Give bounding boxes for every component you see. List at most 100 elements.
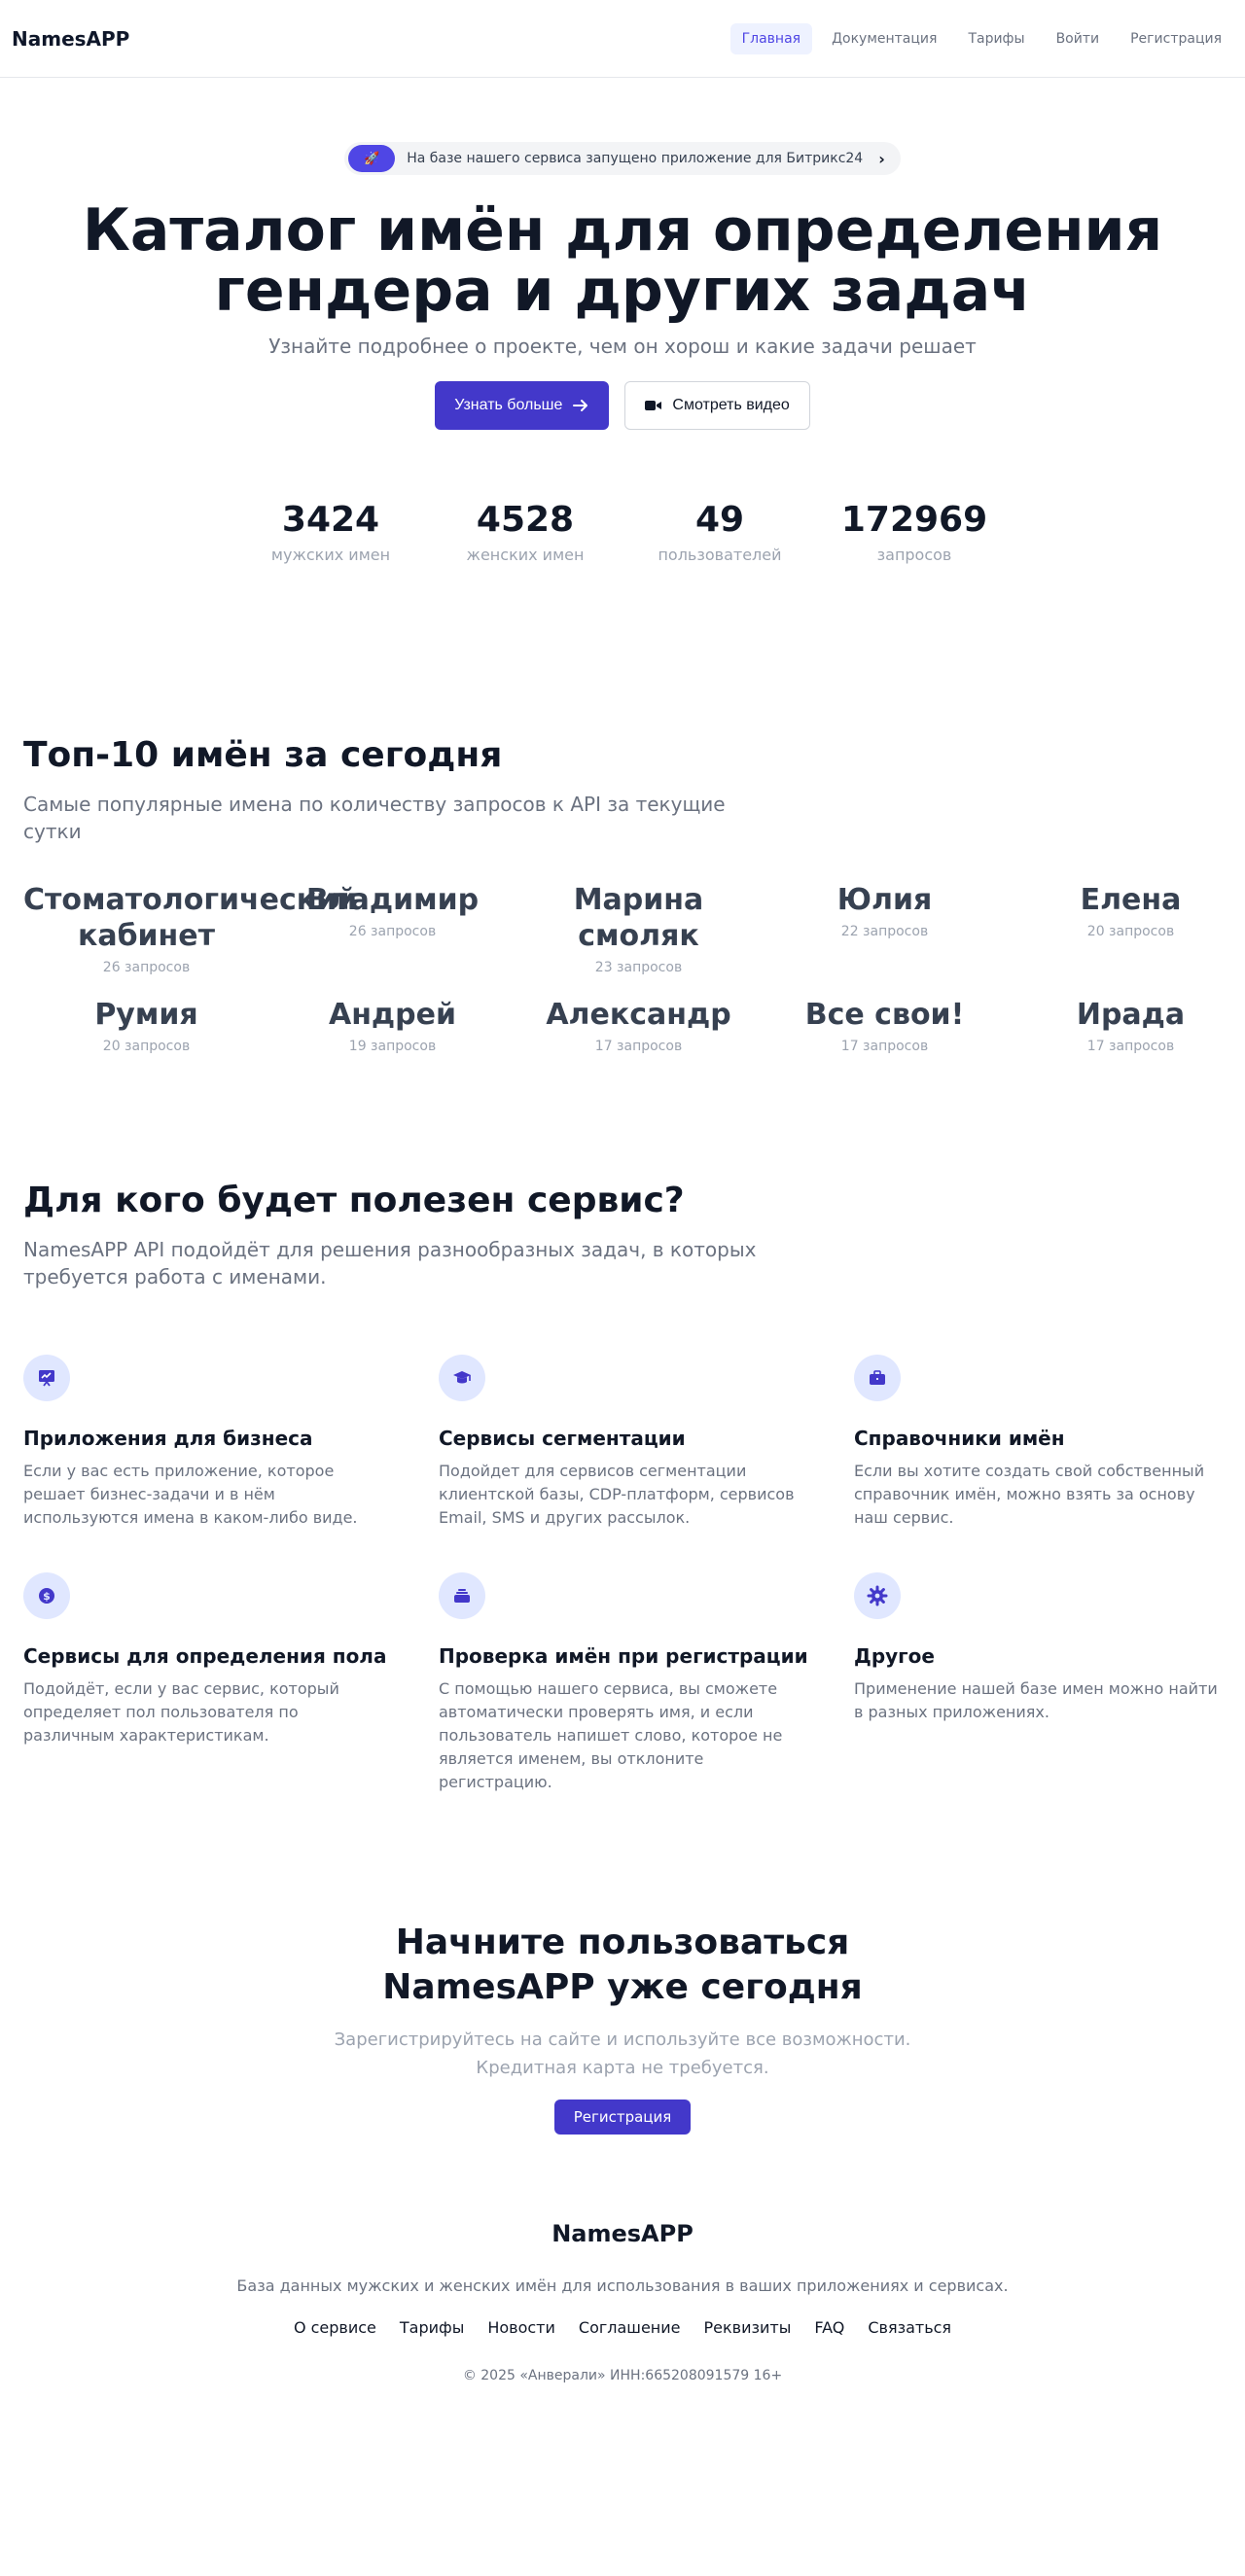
dollar-circle-icon: $	[23, 1572, 70, 1619]
nav-link-login[interactable]: Войти	[1045, 23, 1112, 54]
hero-subtitle: Узнайте подробнее о проекте, чем он хоро…	[268, 335, 977, 358]
feature-desc: Применение нашей базе имен можно найти в…	[854, 1679, 1218, 1721]
stat-users: 49 пользователей	[622, 500, 817, 564]
cta-subtitle-text: Зарегистрируйтесь на сайте и используйте…	[334, 2029, 911, 2078]
nav-links: Главная Документация Тарифы Войти Регист…	[729, 22, 1233, 54]
stat-label: пользователей	[658, 546, 782, 564]
feature-card: Справочники имён Если вы хотите создать …	[854, 1355, 1224, 1530]
presentation-chart-icon	[23, 1355, 70, 1401]
nav-link-docs[interactable]: Документация	[820, 23, 948, 54]
name-count: 17 запросов	[594, 1039, 683, 1054]
footer-brand[interactable]: NamesAPP	[0, 2220, 1245, 2247]
footer-link-faq[interactable]: FAQ	[814, 2318, 844, 2337]
name-count: 19 запросов	[348, 1039, 437, 1054]
name-text: Елена	[1080, 883, 1182, 917]
feature-desc: Подойдёт, если у вас сервис, который опр…	[23, 1679, 339, 1745]
stat-label: запросов	[876, 546, 952, 564]
name-text: Александр	[546, 998, 731, 1032]
cta-register-button[interactable]: Регистрация	[553, 2100, 692, 2135]
brand-logo[interactable]: NamesAPP	[12, 27, 129, 51]
feature-title: Другое	[854, 1644, 935, 1668]
cta-title-text: Начните пользоваться NamesAPP уже сегодн…	[382, 1923, 863, 2007]
features-grid: Приложения для бизнеса Если у вас есть п…	[23, 1355, 1222, 1794]
name-text: Андрей	[328, 998, 456, 1032]
name-card: Александр 17 запросов	[516, 997, 762, 1054]
features-subtitle: NamesAPP API подойдёт для решения разноо…	[23, 1238, 757, 1288]
feature-desc: Подойдет для сервисов сегментации клиент…	[439, 1462, 795, 1527]
name-card: Все свои! 17 запросов	[762, 997, 1008, 1054]
footer-link-news[interactable]: Новости	[487, 2318, 555, 2337]
feature-card: $ Сервисы для определения пола Подойдёт,…	[23, 1572, 439, 1794]
footer-copyright: © 2025 «Анверали» ИНН:665208091579 16+	[462, 2368, 783, 2383]
learn-more-label: Узнать больше	[454, 397, 563, 413]
top-names-grid: Стоматологический кабинет 26 запросов Вла…	[23, 882, 1222, 1054]
feature-card: Приложения для бизнеса Если у вас есть п…	[23, 1355, 439, 1530]
name-count: 17 запросов	[1086, 1039, 1175, 1054]
stat-value: 172969	[840, 500, 988, 540]
name-count: 20 запросов	[1086, 924, 1175, 939]
hero-title: Каталог имён для определения гендера и д…	[82, 196, 1163, 325]
name-count: 22 запросов	[840, 924, 929, 939]
name-count: 26 запросов	[102, 960, 191, 975]
stat-value: 4528	[476, 500, 575, 540]
footer-description: База данных мужских и женских имён для и…	[236, 2276, 1009, 2295]
top-names-title: Топ-10 имён за сегодня	[23, 735, 503, 775]
stats-row: 3424 мужских имен 4528 женских имен 49 п…	[0, 500, 1245, 564]
stat-requests: 172969 запросов	[817, 500, 1012, 564]
feature-card: Другое Применение нашей базе имен можно …	[854, 1572, 1224, 1794]
stat-value: 49	[694, 500, 745, 540]
feature-desc: Если вы хотите создать свой собственный …	[854, 1462, 1205, 1527]
feature-title: Приложения для бизнеса	[23, 1427, 313, 1450]
name-text: Стоматологический кабинет	[23, 883, 358, 953]
footer-links: О сервисе Тарифы Новости Соглашение Рекв…	[0, 2318, 1245, 2337]
name-card: Ирада 17 запросов	[1008, 997, 1245, 1054]
nav-link-register[interactable]: Регистрация	[1119, 23, 1233, 54]
svg-text:$: $	[43, 1590, 51, 1603]
name-card: Марина смоляк 23 запросов	[516, 882, 762, 975]
footer-link-requisites[interactable]: Реквизиты	[704, 2318, 792, 2337]
announcement-banner[interactable]: 🚀 На базе нашего сервиса запущено прилож…	[344, 142, 901, 175]
hero-actions: Узнать больше Смотреть видео	[0, 381, 1245, 430]
name-card: Владимир 26 запросов	[269, 882, 516, 975]
name-card: Юлия 22 запросов	[762, 882, 1008, 975]
name-count: 23 запросов	[594, 960, 683, 975]
stat-male-names: 3424 мужских имен	[233, 500, 428, 564]
briefcase-icon	[854, 1355, 901, 1401]
top-names-section: Топ-10 имён за сегодня Самые популярные …	[0, 735, 1245, 1054]
name-card: Андрей 19 запросов	[269, 997, 516, 1054]
cta-section: Начните пользоваться NamesAPP уже сегодн…	[0, 1921, 1245, 2135]
feature-desc: Если у вас есть приложение, которое реша…	[23, 1462, 358, 1527]
footer-link-agreement[interactable]: Соглашение	[579, 2318, 681, 2337]
name-card: Стоматологический кабинет 26 запросов	[23, 882, 358, 975]
top-nav: NamesAPP Главная Документация Тарифы Вой…	[0, 0, 1245, 78]
name-text: Ирада	[1076, 998, 1186, 1032]
stat-value: 3424	[281, 500, 380, 540]
name-count: 17 запросов	[840, 1039, 929, 1054]
feature-card: Сервисы сегментации Подойдет для сервисо…	[439, 1355, 854, 1530]
arrow-right-icon	[573, 400, 588, 411]
footer-link-pricing[interactable]: Тарифы	[400, 2318, 464, 2337]
chevron-right-icon: ›	[878, 149, 885, 168]
stat-label: мужских имен	[270, 546, 391, 564]
features-section: Для кого будет полезен сервис? NamesAPP …	[0, 1181, 1245, 1794]
cta-subtitle: Зарегистрируйтесь на сайте и используйте…	[0, 2026, 1245, 2082]
footer-link-about[interactable]: О сервисе	[294, 2318, 376, 2337]
name-text: Марина смоляк	[573, 883, 704, 953]
nav-link-home[interactable]: Главная	[729, 22, 813, 54]
video-camera-icon	[645, 401, 662, 410]
name-card: Елена 20 запросов	[1008, 882, 1245, 975]
footer-link-contact[interactable]: Связаться	[868, 2318, 951, 2337]
footer: NamesAPP База данных мужских и женских и…	[0, 2220, 1245, 2383]
cta-title: Начните пользоваться NamesAPP уже сегодн…	[0, 1921, 1245, 2010]
watch-video-button[interactable]: Смотреть видео	[624, 381, 810, 430]
features-title: Для кого будет полезен сервис?	[23, 1181, 685, 1220]
feature-desc: С помощью нашего сервиса, вы сможете авт…	[439, 1679, 783, 1791]
name-text: Все свои!	[804, 998, 965, 1032]
inbox-stack-icon	[439, 1572, 485, 1619]
graduation-cap-icon	[439, 1355, 485, 1401]
watch-video-label: Смотреть видео	[672, 397, 790, 413]
nav-link-pricing[interactable]: Тарифы	[956, 23, 1036, 54]
announcement-text: На базе нашего сервиса запущено приложен…	[407, 151, 864, 166]
learn-more-button[interactable]: Узнать больше	[435, 381, 610, 430]
name-text: Юлия	[836, 883, 933, 917]
